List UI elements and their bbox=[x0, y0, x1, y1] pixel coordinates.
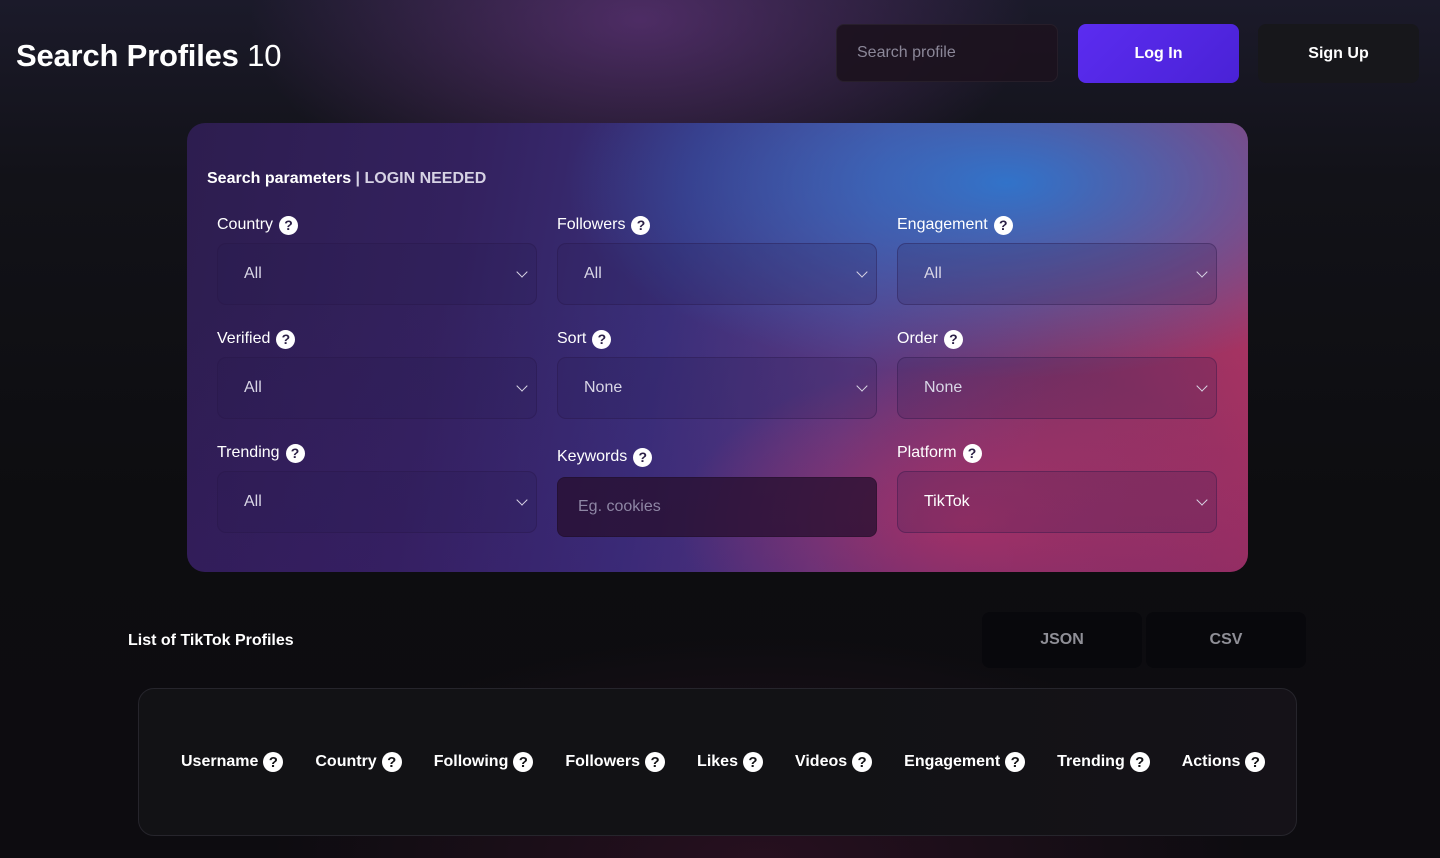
help-icon[interactable]: ? bbox=[633, 447, 653, 467]
search-parameters-title: Search parameters bbox=[207, 170, 352, 187]
field-label: Verified bbox=[217, 330, 271, 347]
chevron-down-icon bbox=[856, 266, 868, 278]
field-label: Keywords bbox=[557, 448, 628, 465]
profile-count: 10 bbox=[247, 38, 282, 73]
help-icon[interactable]: ? bbox=[592, 329, 612, 349]
page-title-text: Search Profiles bbox=[16, 38, 239, 73]
signup-button[interactable]: Sign Up bbox=[1258, 24, 1419, 83]
chevron-down-icon bbox=[1196, 494, 1208, 506]
column-label: Country bbox=[315, 753, 377, 770]
column-label: Actions bbox=[1181, 753, 1241, 770]
field-label: Sort bbox=[557, 330, 587, 347]
select-value: All bbox=[924, 265, 942, 282]
export-csv-button[interactable]: CSV bbox=[1146, 612, 1306, 668]
engagement-select[interactable]: All bbox=[897, 243, 1217, 305]
field-country: Country? All bbox=[217, 214, 537, 305]
chevron-down-icon bbox=[1196, 380, 1208, 392]
column-header-engagement[interactable]: Engagement? bbox=[904, 752, 1026, 772]
column-header-followers[interactable]: Followers? bbox=[565, 752, 666, 772]
field-keywords: Keywords? bbox=[557, 446, 877, 537]
help-icon[interactable]: ? bbox=[276, 329, 296, 349]
select-value: None bbox=[924, 379, 963, 396]
column-label: Likes bbox=[697, 753, 738, 770]
column-label: Videos bbox=[794, 753, 848, 770]
column-label: Engagement bbox=[904, 753, 1001, 770]
platform-select[interactable]: TikTok bbox=[897, 471, 1217, 533]
chevron-down-icon bbox=[1196, 266, 1208, 278]
verified-select[interactable]: All bbox=[217, 357, 537, 419]
list-title: List of TikTok Profiles bbox=[128, 632, 294, 649]
select-value: All bbox=[584, 265, 602, 282]
field-label: Engagement bbox=[897, 216, 988, 233]
select-value: All bbox=[244, 265, 262, 282]
login-needed-note: LOGIN NEEDED bbox=[364, 170, 487, 187]
help-icon[interactable]: ? bbox=[1129, 752, 1150, 772]
country-select[interactable]: All bbox=[217, 243, 537, 305]
select-value: None bbox=[584, 379, 623, 396]
column-header-username[interactable]: Username? bbox=[181, 752, 284, 772]
field-label: Order bbox=[897, 330, 938, 347]
column-label: Following bbox=[433, 753, 509, 770]
chevron-down-icon bbox=[516, 494, 528, 506]
field-sort: Sort? None bbox=[557, 328, 877, 419]
help-icon[interactable]: ? bbox=[943, 329, 963, 349]
help-icon[interactable]: ? bbox=[962, 443, 982, 463]
followers-select[interactable]: All bbox=[557, 243, 877, 305]
field-engagement: Engagement? All bbox=[897, 214, 1217, 305]
select-value: All bbox=[244, 379, 262, 396]
column-header-videos[interactable]: Videos? bbox=[794, 752, 873, 772]
column-label: Trending bbox=[1057, 753, 1125, 770]
help-icon[interactable]: ? bbox=[1005, 752, 1026, 772]
help-icon[interactable]: ? bbox=[285, 443, 305, 463]
column-header-actions[interactable]: Actions? bbox=[1182, 752, 1266, 772]
select-value: All bbox=[244, 493, 262, 510]
column-header-likes[interactable]: Likes? bbox=[697, 752, 763, 772]
help-icon[interactable]: ? bbox=[742, 752, 763, 772]
help-icon[interactable]: ? bbox=[852, 752, 873, 772]
column-header-trending[interactable]: Trending? bbox=[1057, 752, 1150, 772]
search-parameters-heading: Search parameters | LOGIN NEEDED bbox=[207, 170, 486, 188]
order-select[interactable]: None bbox=[897, 357, 1217, 419]
field-label: Trending bbox=[217, 444, 280, 461]
sort-select[interactable]: None bbox=[557, 357, 877, 419]
table-header-row: Username? Country? Following? Followers?… bbox=[181, 752, 1266, 772]
select-value: TikTok bbox=[924, 493, 970, 510]
login-button[interactable]: Log In bbox=[1078, 24, 1239, 83]
field-label: Country bbox=[217, 216, 274, 233]
help-icon[interactable]: ? bbox=[1245, 752, 1266, 772]
chevron-down-icon bbox=[516, 266, 528, 278]
help-icon[interactable]: ? bbox=[513, 752, 534, 772]
profiles-table: Username? Country? Following? Followers?… bbox=[138, 688, 1297, 836]
search-profile-input[interactable] bbox=[836, 24, 1058, 82]
help-icon[interactable]: ? bbox=[381, 752, 402, 772]
field-label: Platform bbox=[897, 444, 957, 461]
chevron-down-icon bbox=[516, 380, 528, 392]
page-title: Search Profiles 10 bbox=[16, 38, 281, 74]
field-label: Followers bbox=[557, 216, 626, 233]
help-icon[interactable]: ? bbox=[993, 215, 1013, 235]
column-label: Followers bbox=[565, 753, 641, 770]
search-parameters-card: Search parameters | LOGIN NEEDED Country… bbox=[187, 123, 1248, 572]
field-verified: Verified? All bbox=[217, 328, 537, 419]
heading-separator: | bbox=[351, 170, 365, 187]
column-header-following[interactable]: Following? bbox=[434, 752, 534, 772]
column-label: Username bbox=[181, 753, 259, 770]
keywords-input[interactable] bbox=[557, 477, 877, 537]
field-platform: Platform? TikTok bbox=[897, 442, 1217, 533]
export-json-button[interactable]: JSON bbox=[982, 612, 1142, 668]
help-icon[interactable]: ? bbox=[263, 752, 284, 772]
field-trending: Trending? All bbox=[217, 442, 537, 533]
field-followers: Followers? All bbox=[557, 214, 877, 305]
help-icon[interactable]: ? bbox=[631, 215, 651, 235]
field-order: Order? None bbox=[897, 328, 1217, 419]
help-icon[interactable]: ? bbox=[279, 215, 299, 235]
chevron-down-icon bbox=[856, 380, 868, 392]
column-header-country[interactable]: Country? bbox=[315, 752, 402, 772]
trending-select[interactable]: All bbox=[217, 471, 537, 533]
help-icon[interactable]: ? bbox=[645, 752, 666, 772]
